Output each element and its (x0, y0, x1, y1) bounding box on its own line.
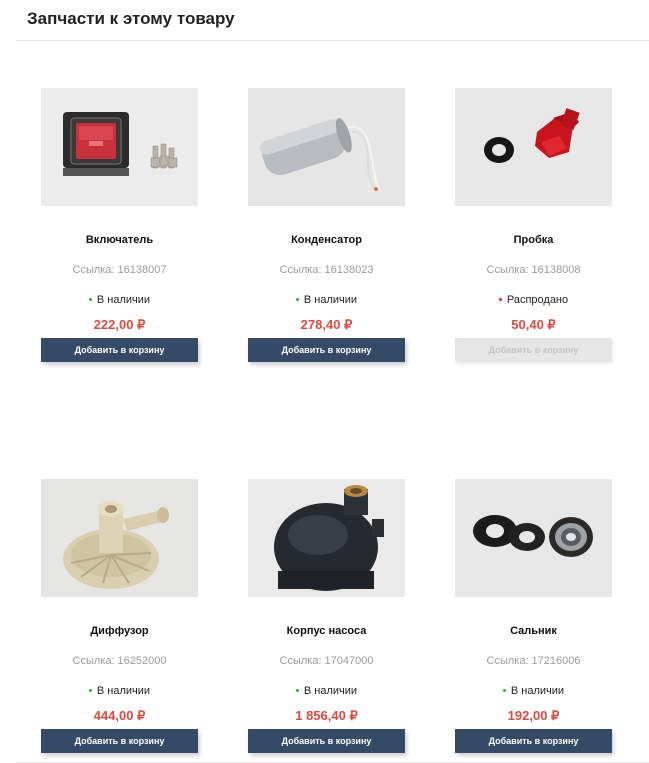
product-sku: Ссылка: 17216006 (486, 655, 581, 667)
product-price: 192,00 ₽ (507, 708, 560, 723)
stock-label: В наличии (96, 685, 151, 697)
product-price: 278,40 ₽ (300, 317, 353, 332)
product-card: Включатель Ссылка: 16138007 В наличии 22… (41, 88, 198, 362)
product-sku: Ссылка: 16138023 (279, 264, 374, 276)
stock-label: В наличии (303, 294, 358, 306)
in-stock-dot-icon (88, 688, 92, 692)
add-to-cart-button[interactable]: Добавить в корзину (455, 729, 612, 753)
in-stock-dot-icon (295, 297, 299, 301)
stock-status: В наличии (228, 294, 425, 306)
stock-label: В наличии (303, 685, 358, 697)
add-to-cart-button[interactable]: Добавить в корзину (248, 338, 405, 362)
product-sku: Ссылка: 16138008 (486, 264, 581, 276)
sold-out-dot-icon (498, 297, 502, 301)
diffuser-image[interactable] (41, 479, 198, 597)
rocker-switch-image[interactable] (41, 88, 198, 206)
stock-status: Распродано (435, 294, 632, 306)
product-card: Диффузор Ссылка: 16252000 В наличии 444,… (41, 479, 198, 753)
shaft-seal-image[interactable] (455, 479, 612, 597)
product-name[interactable]: Корпус насоса (228, 625, 425, 637)
stock-status: В наличии (21, 294, 218, 306)
stock-label: В наличии (510, 685, 565, 697)
product-sku: Ссылка: 17047000 (279, 655, 374, 667)
product-name[interactable]: Конденсатор (228, 234, 425, 246)
product-price: 444,00 ₽ (93, 708, 146, 723)
product-sku: Ссылка: 16252000 (72, 655, 167, 667)
add-to-cart-button-disabled: Добавить в корзину (455, 338, 612, 362)
add-to-cart-button[interactable]: Добавить в корзину (248, 729, 405, 753)
product-price: 222,00 ₽ (93, 317, 146, 332)
product-card: Сальник Ссылка: 17216006 В наличии 192,0… (455, 479, 612, 753)
in-stock-dot-icon (502, 688, 506, 692)
product-name[interactable]: Диффузор (21, 625, 218, 637)
in-stock-dot-icon (295, 688, 299, 692)
product-name[interactable]: Включатель (21, 234, 218, 246)
section-header: Запчасти к этому товару (16, 0, 649, 41)
in-stock-dot-icon (88, 297, 92, 301)
product-card: Конденсатор Ссылка: 16138023 В наличии 2… (248, 88, 405, 362)
product-name[interactable]: Пробка (435, 234, 632, 246)
product-name[interactable]: Сальник (435, 625, 632, 637)
product-sku: Ссылка: 16138007 (72, 264, 167, 276)
product-card: Пробка Ссылка: 16138008 Распродано 50,40… (455, 88, 612, 362)
stock-status: В наличии (435, 685, 632, 697)
add-to-cart-button[interactable]: Добавить в корзину (41, 338, 198, 362)
product-card: Корпус насоса Ссылка: 17047000 В наличии… (248, 479, 405, 753)
pump-housing-image[interactable] (248, 479, 405, 597)
add-to-cart-button[interactable]: Добавить в корзину (41, 729, 198, 753)
stock-label: Распродано (506, 294, 569, 306)
capacitor-image[interactable] (248, 88, 405, 206)
section-title: Запчасти к этому товару (27, 9, 235, 28)
plug-cap-image[interactable] (455, 88, 612, 206)
product-price: 50,40 ₽ (511, 317, 556, 332)
stock-label: В наличии (96, 294, 151, 306)
stock-status: В наличии (21, 685, 218, 697)
product-price: 1 856,40 ₽ (295, 708, 358, 723)
stock-status: В наличии (228, 685, 425, 697)
